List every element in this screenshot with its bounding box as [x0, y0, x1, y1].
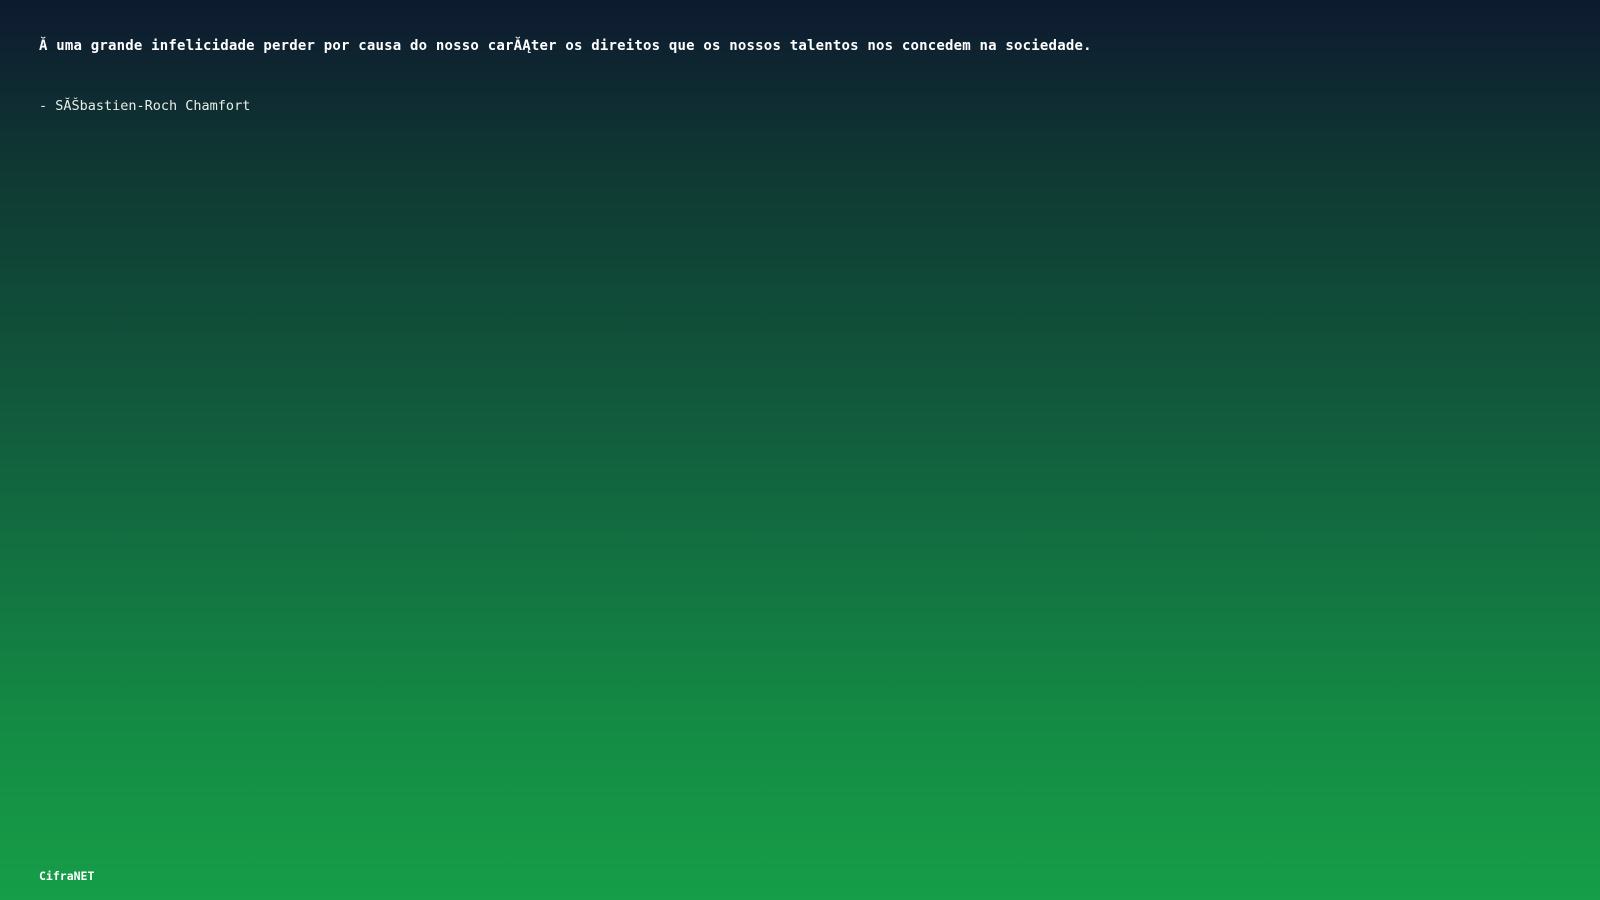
brand-label: CifraNET [39, 869, 95, 883]
quote-author: - SĂŠbastien-Roch Chamfort [39, 98, 251, 114]
quote-text: Ă uma grande infelicidade perder por cau… [39, 38, 1092, 54]
quote-screen: Ă uma grande infelicidade perder por cau… [0, 0, 1600, 900]
